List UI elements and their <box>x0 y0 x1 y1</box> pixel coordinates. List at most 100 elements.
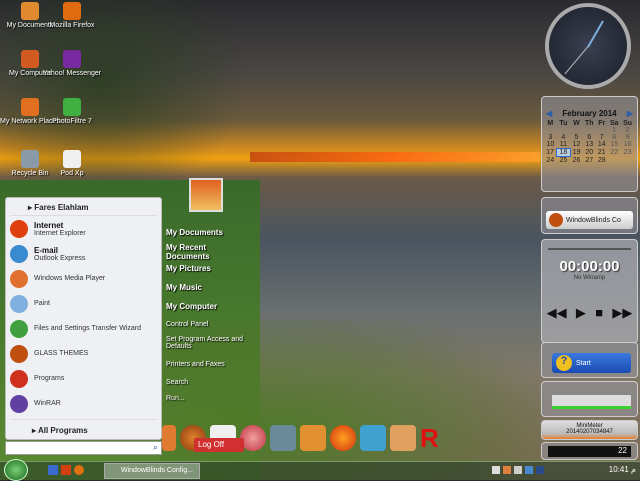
calendar-day[interactable]: 4 <box>557 134 570 141</box>
calendar-day[interactable] <box>608 157 621 165</box>
calendar-day[interactable]: 20 <box>583 149 596 157</box>
forward-button[interactable]: ▶▶ <box>612 305 632 321</box>
tray-connection-icon[interactable] <box>536 466 544 474</box>
calendar-day[interactable]: 26 <box>570 157 583 165</box>
pinned-text: Internet Internet Explorer <box>34 221 86 237</box>
quicklaunch-bar[interactable] <box>552 395 631 409</box>
calendar-day[interactable]: 11 <box>557 141 570 149</box>
start-right-item[interactable]: Search <box>166 379 246 386</box>
log-off-button[interactable]: Log Off <box>194 438 244 452</box>
show-desktop-icon[interactable] <box>48 465 58 475</box>
calendar-day[interactable]: 23 <box>621 149 635 157</box>
start-menu-item[interactable]: Files and Settings Transfer Wizard <box>6 316 161 341</box>
calendar-day[interactable]: 12 <box>570 141 583 149</box>
magnifier-icon[interactable]: ⌕ <box>153 442 158 453</box>
mini-tray-time: 22 <box>618 446 627 455</box>
start-menu-item-label: GLASS THEMES <box>34 350 89 357</box>
start-gadget: ? Start <box>541 342 638 378</box>
calendar-day[interactable]: 18 <box>556 148 571 157</box>
start-right-item[interactable]: My Documents <box>166 228 246 237</box>
calendar-day[interactable]: 6 <box>583 134 596 141</box>
calendar-day[interactable]: 9 <box>621 134 635 141</box>
start-right-item[interactable]: Run... <box>166 395 246 402</box>
next-month-button[interactable]: ▶ <box>627 109 633 118</box>
play-button[interactable]: ▶ <box>576 305 586 321</box>
clock-minute-hand <box>564 46 589 75</box>
start-pinned-item[interactable]: E-mail Outlook Express <box>6 241 161 266</box>
all-programs-button[interactable]: ▸ All Programs <box>10 419 157 435</box>
calendar-day[interactable]: 7 <box>596 134 608 141</box>
calendar-day[interactable]: 8 <box>608 134 621 141</box>
windowblinds-button[interactable]: WindowBlinds Co <box>546 211 633 229</box>
start-menu-item[interactable]: Programs <box>6 366 161 391</box>
calendar-day[interactable]: 24 <box>544 157 557 165</box>
desktop-icon-label: PhotoFiltre 7 <box>52 118 92 125</box>
dock-item-paint[interactable] <box>390 425 416 451</box>
desktop-icon[interactable]: Yahoo! Messenger <box>42 50 102 78</box>
dock-item-recycle[interactable] <box>270 425 296 451</box>
calendar-day[interactable]: 14 <box>596 141 608 149</box>
dock-item-display[interactable] <box>300 425 326 451</box>
firefox-icon[interactable] <box>74 465 84 475</box>
calendar-day[interactable]: 5 <box>570 134 583 141</box>
calendar-day[interactable] <box>557 127 570 134</box>
calendar-day[interactable]: 13 <box>583 141 596 149</box>
desktop-icon[interactable]: Pod Xp <box>42 150 102 178</box>
start-button[interactable] <box>4 459 28 481</box>
calendar-day[interactable]: 10 <box>544 141 557 149</box>
calendar-grid: M Tu W Th Fr Sa Su 1 2 3 4 5 6 7 8 9 10 11 12 13 14 15 16 17 18 1… <box>544 120 635 164</box>
start-gadget-button[interactable]: ? Start <box>552 353 631 373</box>
calendar-day[interactable]: 16 <box>621 141 635 149</box>
prev-month-button[interactable]: ◀ <box>546 109 552 118</box>
start-search-input[interactable]: ⌕ <box>5 441 162 455</box>
seek-slider[interactable] <box>548 248 631 250</box>
desktop-icon-image <box>21 2 39 20</box>
calendar-day[interactable] <box>570 127 583 134</box>
volume-icon[interactable] <box>514 466 522 474</box>
calendar-day[interactable]: 2 <box>621 127 635 134</box>
calendar-day[interactable] <box>544 127 557 134</box>
calendar-day[interactable]: 1 <box>608 127 621 134</box>
quicklaunch-icon[interactable] <box>61 465 71 475</box>
start-right-item[interactable]: My Computer <box>166 302 246 311</box>
calendar-day[interactable]: 15 <box>608 141 621 149</box>
start-right-item[interactable]: Set Program Access and Defaults <box>166 336 246 350</box>
dock-item-r[interactable]: R <box>420 425 446 451</box>
calendar-day[interactable] <box>596 127 608 134</box>
start-right-item[interactable]: My Music <box>166 283 246 292</box>
tray-network-icon[interactable] <box>492 466 500 474</box>
tray-update-icon[interactable] <box>525 466 533 474</box>
desktop-icon[interactable]: PhotoFiltre 7 <box>42 98 102 126</box>
calendar-day[interactable]: 17 <box>544 149 557 157</box>
start-right-item[interactable]: My Recent Documents <box>166 243 246 261</box>
taskbar-button-windowblinds[interactable]: WindowBlinds Config... <box>104 463 200 479</box>
desktop-icon-image <box>63 98 81 116</box>
calendar-day[interactable]: 28 <box>596 157 608 165</box>
calendar-day[interactable]: 22 <box>608 149 621 157</box>
system-clock[interactable]: 10:41 م <box>609 465 636 474</box>
start-right-item[interactable]: My Pictures <box>166 264 246 273</box>
calendar-day[interactable]: 27 <box>583 157 596 165</box>
start-menu-item[interactable]: GLASS THEMES <box>6 341 161 366</box>
start-menu-item[interactable]: Paint <box>6 291 161 316</box>
calendar-day[interactable]: 3 <box>544 134 557 141</box>
dock-item-lock[interactable] <box>162 425 176 451</box>
start-right-item[interactable]: Printers and Faxes <box>166 361 246 368</box>
stop-button[interactable]: ■ <box>595 305 603 321</box>
calendar-day[interactable] <box>583 127 596 134</box>
start-right-item[interactable]: Control Panel <box>166 321 246 328</box>
calendar-day[interactable]: 21 <box>596 149 608 157</box>
start-menu-item[interactable]: Windows Media Player <box>6 266 161 291</box>
start-pinned-item[interactable]: Internet Internet Explorer <box>6 216 161 241</box>
start-menu-item[interactable]: WinRAR <box>6 391 161 416</box>
desktop-icon[interactable]: Mozilla Firefox <box>42 2 102 30</box>
program-icon <box>10 344 28 363</box>
calendar-day[interactable]: 19 <box>570 149 583 157</box>
dock-item-ie[interactable] <box>330 425 356 451</box>
calendar-day[interactable] <box>621 157 635 165</box>
calendar-day[interactable]: 25 <box>557 157 570 164</box>
calendar-month: February 2014 <box>562 109 617 118</box>
rewind-button[interactable]: ◀◀ <box>547 305 567 321</box>
tray-app-icon[interactable] <box>503 466 511 474</box>
dock-item-network[interactable] <box>360 425 386 451</box>
